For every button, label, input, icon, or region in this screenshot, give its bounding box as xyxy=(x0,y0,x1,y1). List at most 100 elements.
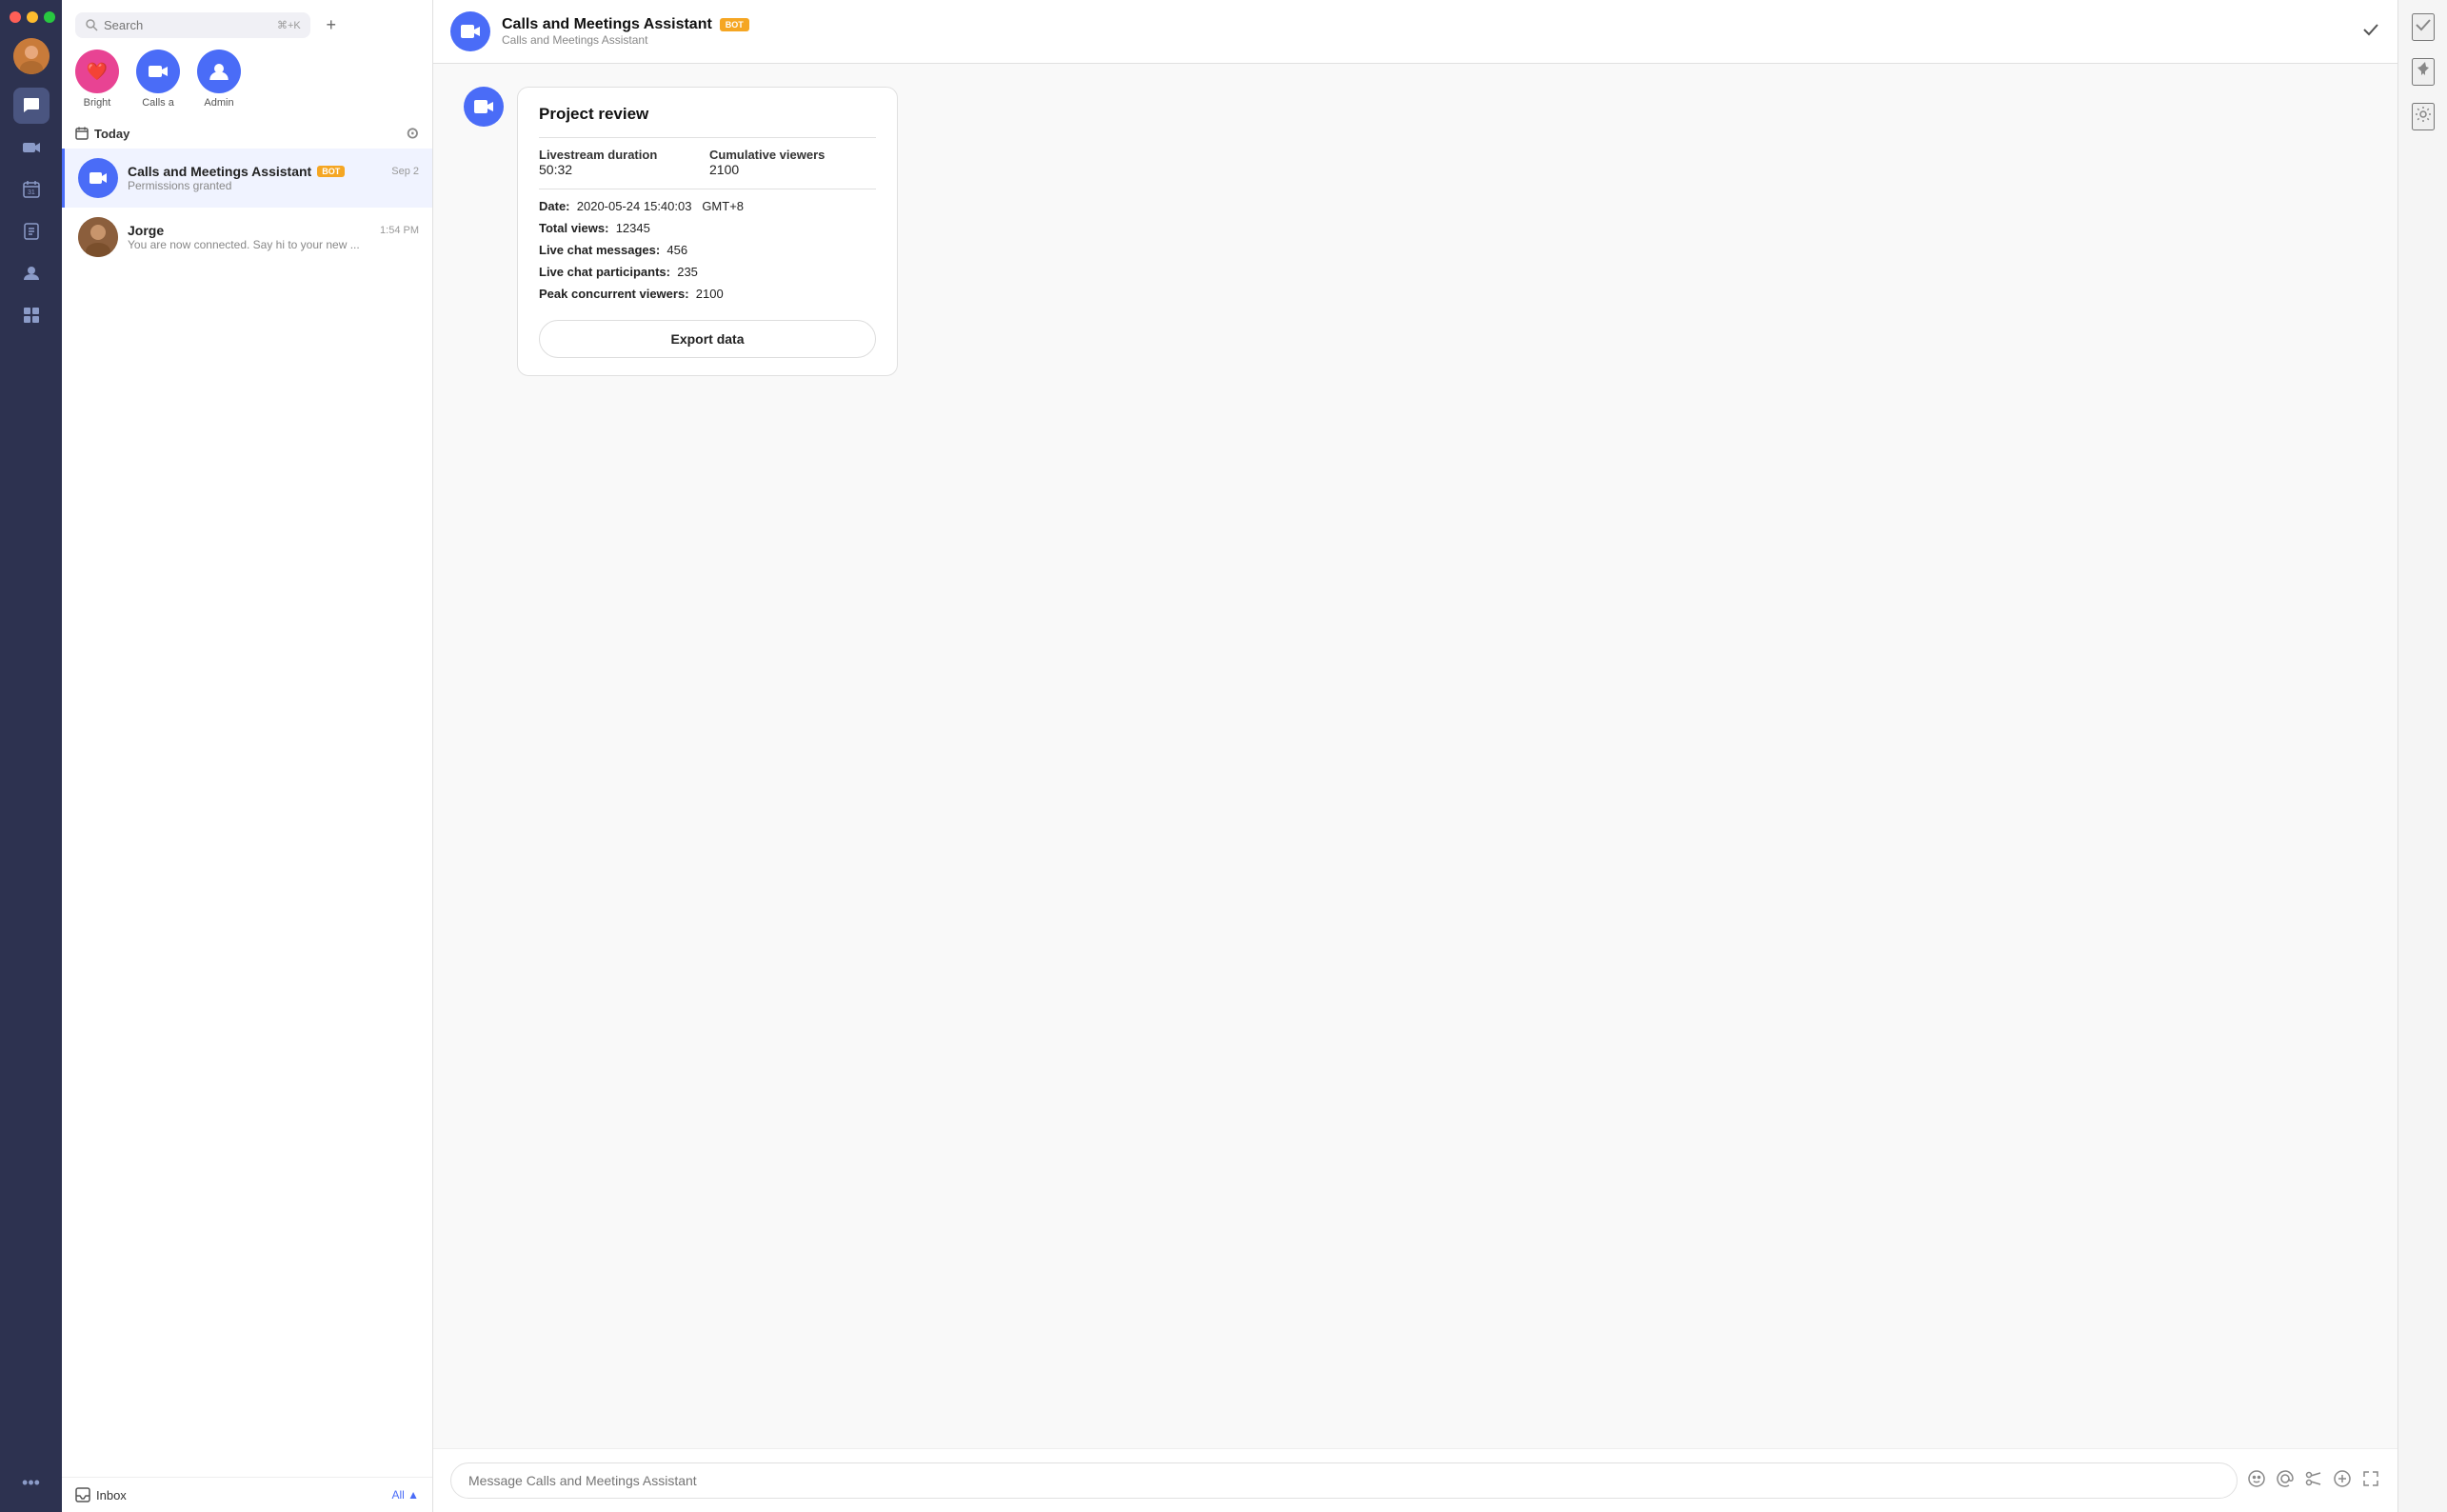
conv-info-jorge: Jorge 1:54 PM You are now connected. Say… xyxy=(128,223,419,251)
stat-livestream-value: 50:32 xyxy=(539,162,572,177)
contact-avatar-calls xyxy=(136,50,180,93)
detail-live-chat-participants: Live chat participants: 235 xyxy=(539,265,876,279)
sidebar-item-video[interactable] xyxy=(13,129,50,166)
chat-header-badge: BOT xyxy=(720,18,749,31)
scissors-button[interactable] xyxy=(2304,1469,2323,1493)
search-input[interactable] xyxy=(104,18,271,32)
peak-concurrent-value: 2100 xyxy=(696,287,724,301)
traffic-light-yellow[interactable] xyxy=(27,11,38,23)
today-label: Today xyxy=(94,127,129,141)
stat-cumulative-value: 2100 xyxy=(709,162,739,177)
add-button[interactable]: + xyxy=(318,11,345,38)
sidebar-item-tasks[interactable] xyxy=(13,213,50,249)
contact-item-calls[interactable]: Calls a xyxy=(136,50,180,109)
expand-icon xyxy=(2361,1469,2380,1488)
checkmark-right-button[interactable] xyxy=(2412,13,2435,41)
sidebar-item-grid[interactable] xyxy=(13,297,50,333)
message-bot: Project review Livestream duration 50:32… xyxy=(464,87,1130,376)
chat-input[interactable] xyxy=(450,1462,2238,1499)
detail-date: Date: 2020-05-24 15:40:03 GMT+8 xyxy=(539,199,876,213)
card-divider xyxy=(539,137,876,138)
detail-total-views: Total views: 12345 xyxy=(539,221,876,235)
contact-label-bright: Bright xyxy=(84,97,111,109)
sidebar-item-contacts[interactable] xyxy=(13,255,50,291)
traffic-light-red[interactable] xyxy=(10,11,21,23)
live-chat-participants-value: 235 xyxy=(677,265,698,279)
recent-contacts: ❤️ Bright Calls a Admin xyxy=(62,46,432,118)
search-icon xyxy=(85,18,98,31)
chat-header: Calls and Meetings Assistant BOT Calls a… xyxy=(433,0,2397,64)
conv-preview-jorge: You are now connected. Say hi to your ne… xyxy=(128,238,419,251)
expand-button[interactable] xyxy=(2361,1469,2380,1493)
section-today: Today ⊙ xyxy=(62,118,432,149)
pin-icon xyxy=(2414,60,2433,79)
checkmark-button[interactable] xyxy=(2361,20,2380,44)
conversation-item-jorge[interactable]: Jorge 1:54 PM You are now connected. Say… xyxy=(62,208,432,267)
scissors-icon xyxy=(2304,1469,2323,1488)
contact-avatar-admin xyxy=(197,50,241,93)
conv-name-jorge: Jorge xyxy=(128,223,164,238)
contact-item-bright[interactable]: ❤️ Bright xyxy=(75,50,119,109)
conv-preview-calls-assistant: Permissions granted xyxy=(128,179,419,192)
conversation-list: Calls and Meetings Assistant BOT Sep 2 P… xyxy=(62,149,432,1477)
conv-avatar-jorge xyxy=(78,217,118,257)
search-bar: ⌘+K xyxy=(75,12,310,38)
message-card: Project review Livestream duration 50:32… xyxy=(517,87,898,376)
more-dots-icon: ••• xyxy=(22,1473,40,1493)
chat-main: Calls and Meetings Assistant BOT Calls a… xyxy=(433,0,2397,1512)
conv-avatar-calls-assistant xyxy=(78,158,118,198)
sidebar-item-chat[interactable] xyxy=(13,88,50,124)
checkmark-icon xyxy=(2361,20,2380,39)
emoji-button[interactable] xyxy=(2247,1469,2266,1493)
checkmark-right-icon xyxy=(2414,15,2433,34)
stats-grid: Livestream duration 50:32 Cumulative vie… xyxy=(539,148,876,179)
stat-cumulative-label: Cumulative viewers xyxy=(709,148,876,162)
inbox-footer: Inbox All ▲ xyxy=(62,1477,432,1512)
conv-time-jorge: 1:54 PM xyxy=(380,225,419,236)
chat-header-actions xyxy=(2361,20,2380,44)
traffic-light-green[interactable] xyxy=(44,11,55,23)
date-label: Date: xyxy=(539,199,570,213)
avatar[interactable] xyxy=(13,38,50,74)
message-avatar xyxy=(464,87,504,127)
live-chat-messages-value: 456 xyxy=(666,243,687,257)
mention-button[interactable] xyxy=(2276,1469,2295,1493)
inbox-icon xyxy=(75,1487,90,1502)
conv-badge-calls-assistant: BOT xyxy=(317,166,345,177)
icon-sidebar: 31 ••• xyxy=(0,0,62,1512)
export-data-button[interactable]: Export data xyxy=(539,320,876,358)
chat-input-bar xyxy=(433,1448,2397,1512)
contact-label-admin: Admin xyxy=(204,97,233,109)
conv-time-calls-assistant: Sep 2 xyxy=(391,166,419,177)
pin-button[interactable] xyxy=(2412,58,2435,86)
emoji-icon xyxy=(2247,1469,2266,1488)
right-sidebar xyxy=(2397,0,2447,1512)
section-collapse-btn[interactable]: ⊙ xyxy=(407,124,419,143)
conversation-item-calls-assistant[interactable]: Calls and Meetings Assistant BOT Sep 2 P… xyxy=(62,149,432,208)
contact-avatar-bright: ❤️ xyxy=(75,50,119,93)
sidebar-item-more[interactable]: ••• xyxy=(13,1464,50,1501)
add-button-input[interactable] xyxy=(2333,1469,2352,1493)
contact-item-admin[interactable]: Admin xyxy=(197,50,241,109)
detail-peak-concurrent: Peak concurrent viewers: 2100 xyxy=(539,287,876,301)
chat-header-subtitle: Calls and Meetings Assistant xyxy=(502,33,2361,47)
settings-button[interactable] xyxy=(2412,103,2435,130)
inbox-text: Inbox xyxy=(96,1488,127,1502)
inbox-all-btn[interactable]: All ▲ xyxy=(391,1488,419,1502)
live-chat-participants-label: Live chat participants: xyxy=(539,265,670,279)
add-icon xyxy=(2333,1469,2352,1488)
gear-icon xyxy=(2414,105,2433,124)
stat-cumulative: Cumulative viewers 2100 xyxy=(709,148,876,179)
conv-info-calls-assistant: Calls and Meetings Assistant BOT Sep 2 P… xyxy=(128,164,419,192)
stat-livestream-label: Livestream duration xyxy=(539,148,706,162)
detail-live-chat-messages: Live chat messages: 456 xyxy=(539,243,876,257)
chat-header-name: Calls and Meetings Assistant xyxy=(502,16,712,33)
total-views-label: Total views: xyxy=(539,221,608,235)
sidebar-item-calendar[interactable]: 31 xyxy=(13,171,50,208)
date-value: 2020-05-24 15:40:03 xyxy=(577,199,692,213)
mention-icon xyxy=(2276,1469,2295,1488)
traffic-lights xyxy=(0,11,55,23)
timezone-value: GMT+8 xyxy=(702,199,744,213)
chat-header-info: Calls and Meetings Assistant BOT Calls a… xyxy=(502,16,2361,47)
calendar-section-icon xyxy=(75,127,89,140)
